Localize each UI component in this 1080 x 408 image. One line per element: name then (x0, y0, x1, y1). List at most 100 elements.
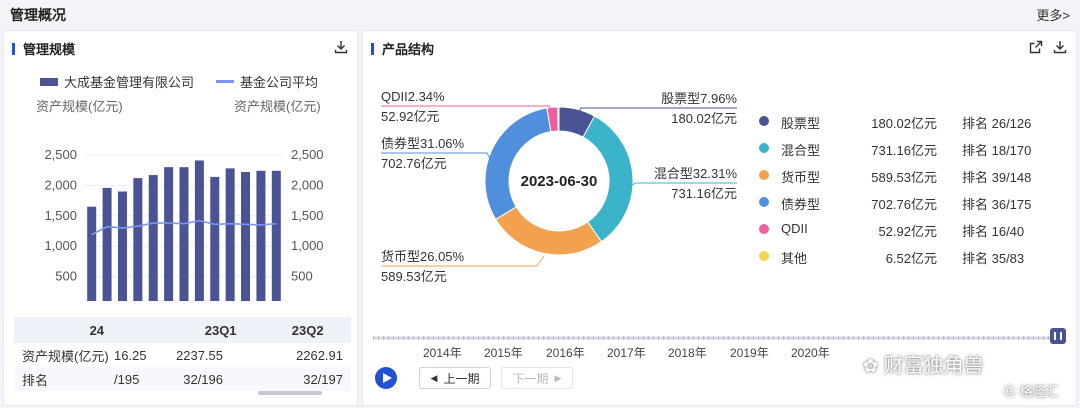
legend-dot (759, 170, 769, 180)
bar-company[interactable] (256, 170, 266, 301)
bar-company[interactable] (164, 167, 174, 301)
download-icon[interactable] (1052, 39, 1068, 55)
donut-slice-债券型[interactable] (484, 107, 552, 221)
legend-dot (759, 143, 769, 153)
page-title: 管理概况 (10, 7, 66, 23)
chevron-right-icon: ▶ (554, 372, 562, 383)
legend-rank: 排名 26/126 (962, 116, 1032, 131)
timeline-year[interactable]: 2014年 (423, 344, 462, 361)
legend-name: 股票型 (781, 116, 821, 131)
title-accent (12, 42, 15, 55)
donut-slice-货币型[interactable] (495, 206, 603, 256)
y-tick-label-right: 2,000 (291, 177, 324, 192)
scale-legend: 大成基金管理有限公司 基金公司平均 (40, 72, 318, 91)
next-period-button[interactable]: 下一期 ▶ (501, 367, 573, 389)
scale-panel: 管理规模 大成基金管理有限公司 基金公司平均 资产规模(亿元) 资产规模(亿元)… (3, 30, 358, 406)
bar-company[interactable] (102, 187, 112, 301)
bar-company[interactable] (241, 172, 251, 301)
legend-row-qdii[interactable]: QDII 52.92亿元 排名 16/40 (757, 219, 1067, 246)
bar-company[interactable] (271, 170, 281, 301)
table-header-col0: 24 (89, 322, 105, 338)
table-row: 排名 /195 32/196 32/197 (14, 367, 351, 391)
callout-qdii-value: 52.92亿元 (381, 109, 440, 124)
download-icon[interactable] (333, 39, 349, 55)
timeline-track[interactable] (373, 333, 1068, 343)
legend-name: 债券型 (781, 197, 821, 212)
legend-average: 基金公司平均 (240, 75, 319, 90)
next-period-label: 下一期 (512, 371, 549, 386)
bar-company[interactable] (210, 176, 220, 301)
legend-dot (759, 116, 769, 126)
y-tick-label-left: 0 (70, 299, 77, 301)
more-link[interactable]: 更多> (1036, 5, 1070, 24)
scale-table: 24 23Q1 23Q2 资产规模(亿元) 16.25 2237.55 2262… (14, 317, 351, 391)
wechat-icon: ✿ (863, 356, 879, 376)
legend-rank: 排名 36/175 (962, 197, 1032, 212)
callout-mixed-value: 731.16亿元 (671, 186, 737, 201)
legend-dot (759, 251, 769, 261)
timeline-handle[interactable] (1050, 328, 1066, 344)
legend-name: 混合型 (781, 143, 821, 158)
top-bar: 管理概况 更多> (0, 0, 1080, 27)
legend-rank: 排名 35/83 (962, 251, 1025, 266)
callout-qdii-name: QDII2.34% (381, 89, 445, 104)
y-tick-label-right: 500 (291, 269, 313, 284)
timeline-year[interactable]: 2015年 (484, 344, 523, 361)
bar-company[interactable] (179, 167, 189, 301)
y-tick-label-left: 1,500 (44, 208, 77, 223)
row-cell: /195 (114, 371, 140, 387)
row-cell: 2262.91 (296, 347, 343, 363)
watermark-text: ✿ 财富独角兽 (863, 349, 984, 378)
timeline-year[interactable]: 2019年 (730, 344, 769, 361)
legend-swatch-bar (40, 77, 58, 86)
legend-name: 货币型 (781, 170, 821, 185)
watermark-gelonghui-text: 格隆汇 (1019, 384, 1059, 399)
structure-panel: 产品结构 2023-06-30 QDII2.34% 52.92亿元 债券型31.… (362, 30, 1077, 406)
table-horizontal-scrollbar[interactable] (258, 391, 322, 395)
y-tick-label-right: 2,500 (291, 147, 324, 162)
gelonghui-logo-icon: Ⓖ (1003, 384, 1017, 399)
product-structure-donut: 2023-06-30 QDII2.34% 52.92亿元 债券型31.06% 7… (381, 89, 737, 284)
callout-stock-name: 股票型7.96% (661, 91, 737, 106)
title-accent (371, 42, 374, 55)
watermark-caifu: 财富独角兽 (883, 355, 984, 377)
legend-value: 180.02亿元 (871, 116, 937, 131)
bar-company[interactable] (133, 178, 143, 301)
timeline-year[interactable]: 2017年 (607, 344, 646, 361)
timeline-year[interactable]: 2018年 (668, 344, 707, 361)
callout-bond-value: 702.76亿元 (381, 156, 447, 171)
y-tick-label-left: 2,500 (44, 147, 77, 162)
donut-center-date: 2023-06-30 (521, 173, 598, 190)
row-label: 资产规模(亿元) (22, 348, 109, 364)
bar-company[interactable] (148, 175, 158, 301)
table-header-col2: 23Q2 (291, 322, 324, 338)
bar-company[interactable] (225, 168, 235, 301)
legend-value: 702.76亿元 (871, 197, 937, 212)
callout-money-name: 货币型26.05% (381, 249, 465, 264)
row-label: 排名 (22, 372, 49, 388)
timeline-year[interactable]: 2016年 (546, 344, 585, 361)
y-tick-label-left: 1,000 (44, 238, 77, 253)
legend-dot (759, 224, 769, 234)
legend-row-other[interactable]: 其他 6.52亿元 排名 35/83 (757, 246, 1067, 273)
legend-row-money[interactable]: 货币型 589.53亿元 排名 39/148 (757, 165, 1067, 192)
timeline-year[interactable]: 2020年 (791, 344, 830, 361)
legend-row-bond[interactable]: 债券型 702.76亿元 排名 36/175 (757, 192, 1067, 219)
play-button[interactable] (375, 367, 397, 389)
callout-stock-value: 180.02亿元 (671, 111, 737, 126)
legend-row-stock[interactable]: 股票型 180.02亿元 排名 26/126 (757, 111, 1067, 138)
bar-company[interactable] (117, 191, 127, 301)
legend-row-mixed[interactable]: 混合型 731.16亿元 排名 18/170 (757, 138, 1067, 165)
row-cell: 32/197 (303, 371, 343, 387)
table-row: 资产规模(亿元) 16.25 2237.55 2262.91 (14, 343, 351, 367)
scale-panel-title: 管理规模 (12, 39, 75, 58)
bar-company[interactable] (194, 160, 204, 301)
y-tick-label-left: 2,000 (44, 177, 77, 192)
legend-company: 大成基金管理有限公司 (64, 75, 195, 90)
structure-panel-title: 产品结构 (371, 39, 434, 58)
legend-rank: 排名 16/40 (962, 224, 1025, 239)
legend-value: 589.53亿元 (871, 170, 937, 185)
previous-period-button[interactable]: ◀ 上一期 (419, 367, 491, 389)
bar-company[interactable] (87, 206, 97, 301)
external-link-icon[interactable] (1028, 39, 1044, 55)
